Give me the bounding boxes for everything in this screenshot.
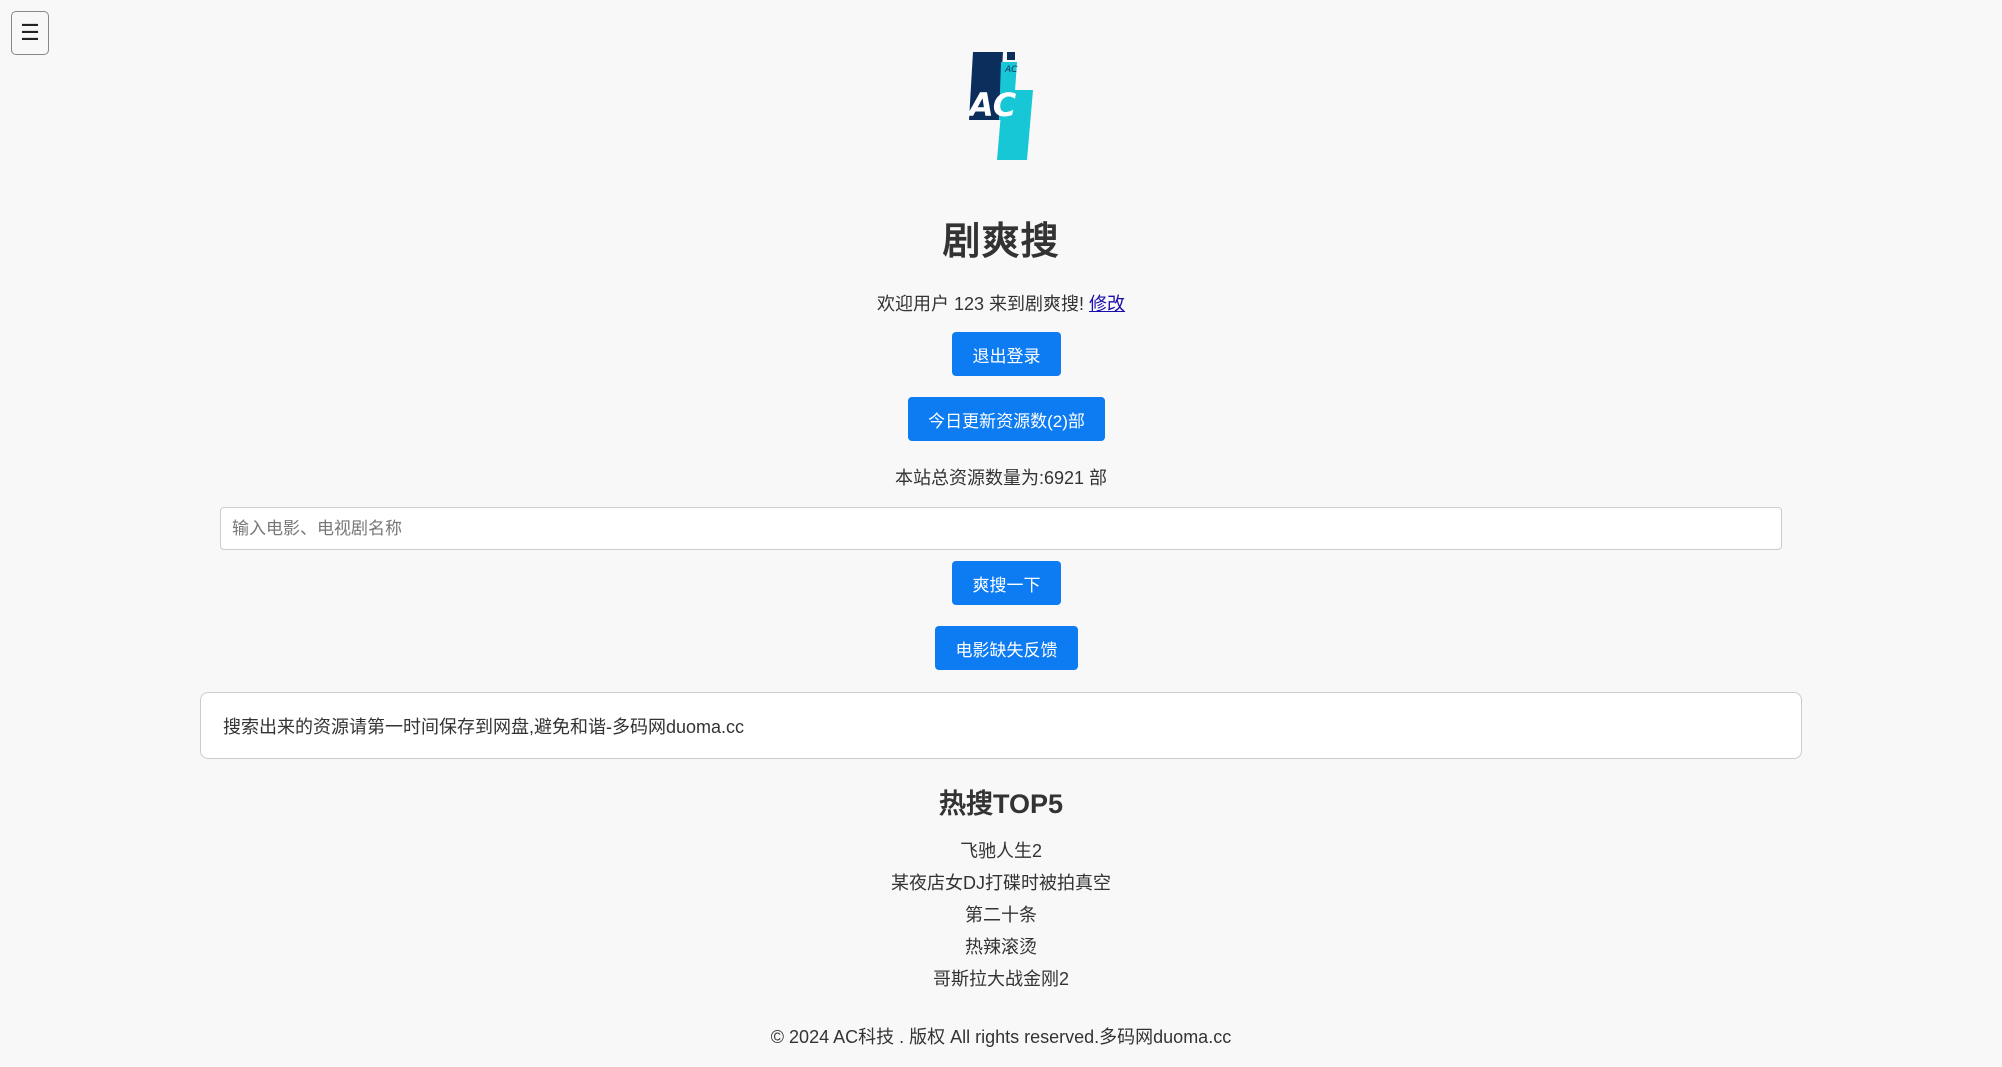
svg-text:AC: AC	[966, 86, 1017, 124]
notice-text: 搜索出来的资源请第一时间保存到网盘,避免和谐-多码网duoma.cc	[223, 716, 745, 737]
svg-text:AC: AC	[1004, 65, 1018, 75]
site-title: 剧爽搜	[942, 221, 1060, 263]
edit-profile-link[interactable]: 修改	[1089, 294, 1125, 314]
hot-search-title: 热搜TOP5	[938, 789, 1064, 819]
search-input[interactable]	[220, 507, 1782, 550]
page: ☰ AC AC 剧爽搜 欢迎用户 123 来到剧爽搜! 修改 退出登录 今日更新…	[0, 0, 2002, 1067]
hamburger-menu-icon: ☰	[20, 20, 40, 45]
hot-search-item[interactable]: 某夜店女DJ打碟时被拍真空	[0, 867, 2002, 899]
hot-search-list: 飞驰人生2 某夜店女DJ打碟时被拍真空 第二十条 热辣滚烫 哥斯拉大战金刚2	[0, 835, 2002, 995]
hot-search-item[interactable]: 哥斯拉大战金刚2	[0, 963, 2002, 995]
menu-toggle-button[interactable]: ☰	[11, 11, 49, 55]
notice-box: 搜索出来的资源请第一时间保存到网盘,避免和谐-多码网duoma.cc	[200, 692, 1802, 759]
feedback-button[interactable]: 电影缺失反馈	[935, 626, 1078, 670]
hot-search-item[interactable]: 第二十条	[0, 899, 2002, 931]
search-button[interactable]: 爽搜一下	[952, 561, 1061, 605]
site-logo: AC AC	[965, 50, 1040, 160]
ac-logo-icon: AC AC	[966, 52, 1033, 160]
hot-search-item[interactable]: 热辣滚烫	[0, 931, 2002, 963]
welcome-message: 欢迎用户 123 来到剧爽搜! 修改	[0, 290, 2002, 316]
logout-button[interactable]: 退出登录	[952, 332, 1061, 376]
hot-search-item[interactable]: 飞驰人生2	[0, 835, 2002, 867]
total-resources-text: 本站总资源数量为:6921 部	[894, 468, 1108, 488]
today-updates-button[interactable]: 今日更新资源数(2)部	[908, 397, 1105, 441]
welcome-text: 欢迎用户 123 来到剧爽搜!	[876, 294, 1085, 314]
footer-copyright: © 2024 AC科技 . 版权 All rights reserved.多码网…	[770, 1027, 1232, 1047]
